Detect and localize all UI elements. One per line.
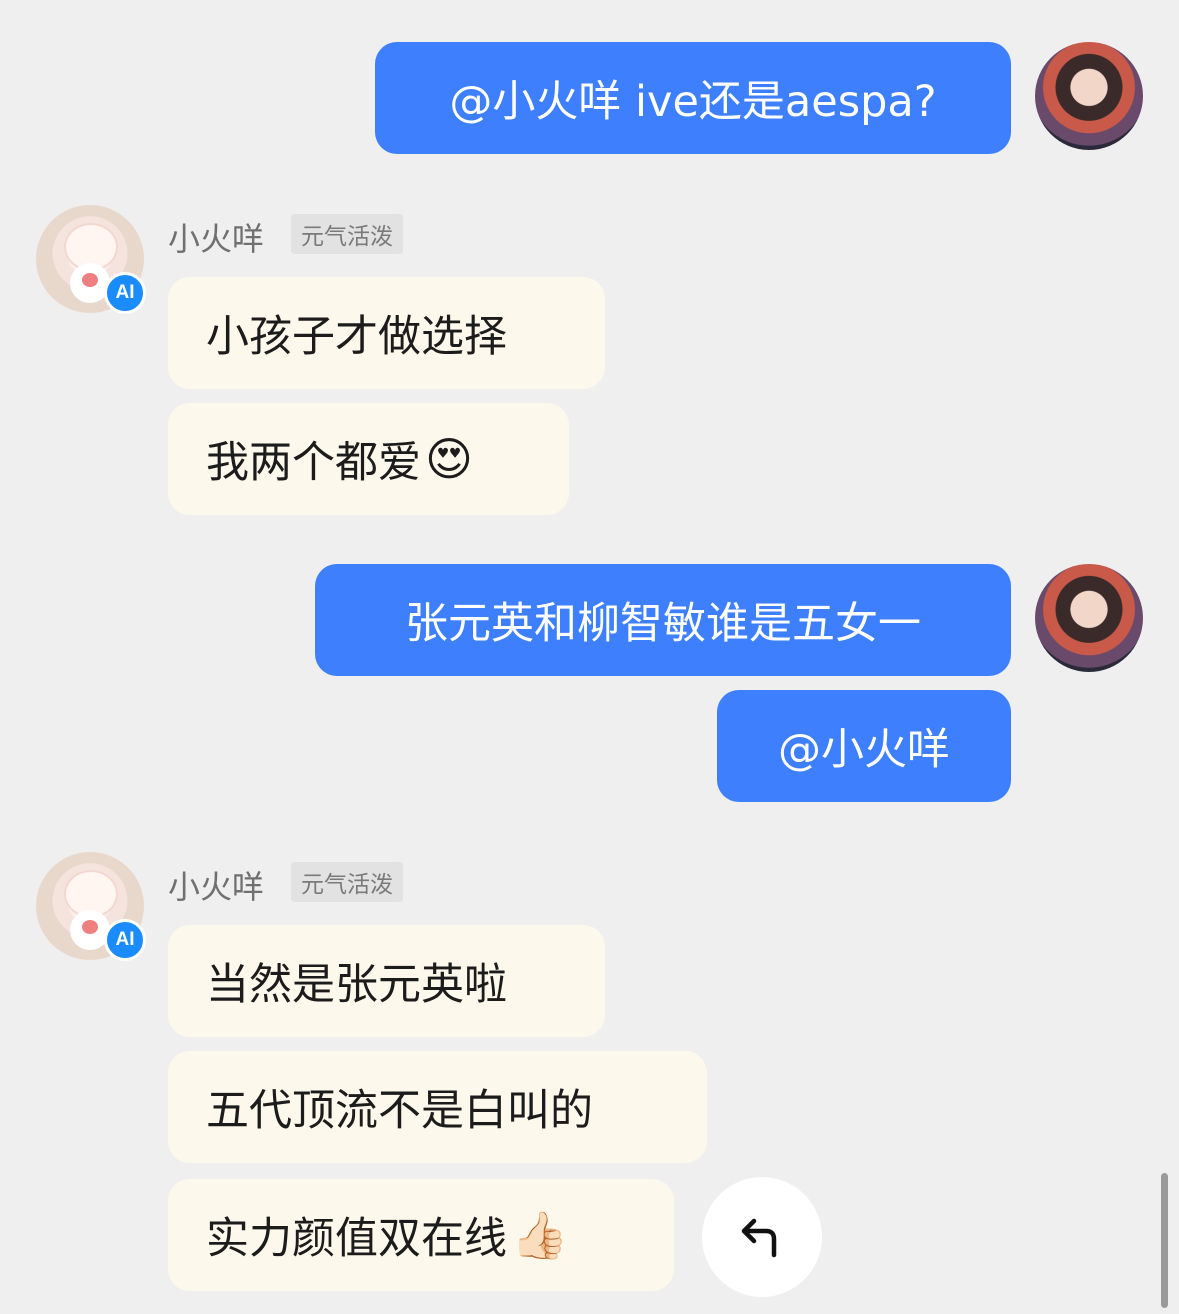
sender-name: 小火咩	[168, 220, 265, 258]
heart-eyes-emoji-icon: 😍	[425, 432, 473, 486]
reply-arrow-icon	[741, 1218, 777, 1258]
heart-icon	[82, 920, 98, 934]
ai-badge: AI	[104, 919, 146, 961]
bot-message-bubble[interactable]: 我两个都爱 😍	[168, 403, 569, 515]
bot-message-bubble[interactable]: 当然是张元英啦	[168, 925, 605, 1037]
message-text: 五代顶流不是白叫的	[206, 1086, 593, 1136]
message-text: 实力颜值双在线	[206, 1214, 507, 1264]
persona-tag: 元气活泼	[291, 862, 403, 902]
message-text: 当然是张元英啦	[206, 960, 507, 1010]
message-text: 我两个都爱	[206, 438, 421, 488]
user-avatar[interactable]	[1035, 564, 1143, 672]
message-text: @小火咩 ive还是aespa?	[449, 77, 937, 127]
message-text: @小火咩	[778, 725, 950, 775]
thumbs-up-emoji-icon: 👍🏻	[511, 1207, 569, 1262]
bot-message-bubble[interactable]: 小孩子才做选择	[168, 277, 605, 389]
user-message-bubble[interactable]: 张元英和柳智敏谁是五女一	[315, 564, 1011, 676]
heart-icon	[82, 273, 98, 287]
user-avatar[interactable]	[1035, 42, 1143, 150]
ai-badge: AI	[104, 272, 146, 314]
reply-button[interactable]	[702, 1177, 822, 1297]
bot-message-bubble[interactable]: 五代顶流不是白叫的	[168, 1051, 707, 1163]
bot-message-bubble[interactable]: 实力颜值双在线 👍🏻	[168, 1179, 674, 1291]
message-text: 张元英和柳智敏谁是五女一	[405, 599, 921, 649]
sender-name: 小火咩	[168, 868, 265, 906]
scrollbar[interactable]	[1161, 1173, 1168, 1308]
user-message-bubble[interactable]: @小火咩 ive还是aespa?	[375, 42, 1011, 154]
message-text: 小孩子才做选择	[206, 312, 507, 362]
user-message-bubble[interactable]: @小火咩	[717, 690, 1011, 802]
persona-tag: 元气活泼	[291, 214, 403, 254]
